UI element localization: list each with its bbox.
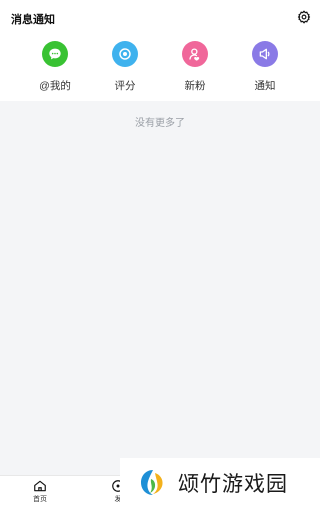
no-more-message: 没有更多了: [135, 118, 185, 129]
new-fans-icon: [182, 41, 208, 67]
tab-label: 首页: [33, 496, 47, 503]
watermark-text: 颂竹游戏园: [178, 471, 288, 496]
category-label: @我的: [39, 80, 71, 92]
category-mentions[interactable]: @我的: [33, 41, 77, 93]
bamboo-logo-icon: [137, 467, 169, 499]
megaphone-icon: [252, 41, 278, 67]
tab-home[interactable]: 首页: [28, 479, 52, 504]
settings-gear-icon[interactable]: [297, 10, 311, 24]
gear-icon: [297, 10, 311, 24]
page-title: 消息通知: [11, 14, 55, 26]
category-label: 通知: [254, 80, 276, 92]
category-ratings[interactable]: 评分: [103, 41, 147, 93]
category-new-fans[interactable]: 新粉: [173, 41, 217, 93]
rating-target-icon: [112, 41, 138, 67]
category-label: 评分: [114, 80, 136, 92]
category-label: 新粉: [184, 80, 206, 92]
home-icon: [33, 479, 47, 493]
category-notices[interactable]: 通知: [243, 41, 287, 93]
chat-bubble-icon: [42, 41, 68, 67]
watermark-banner: 颂竹游戏园: [120, 458, 320, 507]
notification-categories: @我的 评分 新粉 通知: [0, 41, 320, 93]
header-panel: 消息通知 @我的 评分 新粉 通知: [0, 0, 320, 101]
